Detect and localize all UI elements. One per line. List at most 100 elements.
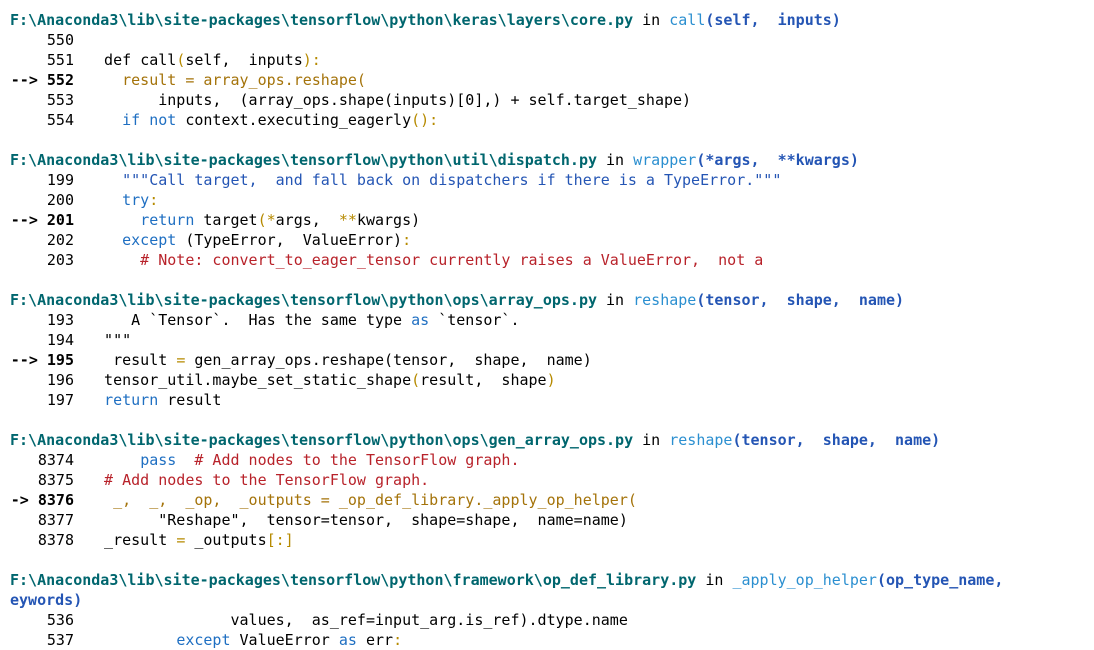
- line-number: 8375: [37, 471, 74, 489]
- code-token: =: [176, 351, 195, 369]
- line-number-gutter: 193: [10, 310, 86, 330]
- line-number: 202: [46, 231, 74, 249]
- header-segment: (self, inputs): [705, 11, 841, 29]
- code-token: # Add nodes to the TensorFlow graph.: [86, 471, 430, 489]
- code-token: inputs, (array_ops.shape(inputs)[0],) + …: [86, 91, 692, 109]
- line-number: 8377: [37, 511, 74, 529]
- frame-header: F:\Anaconda3\lib\site-packages\tensorflo…: [10, 570, 1094, 590]
- current-code-line: --> 201 return target(*args, **kwargs): [10, 210, 1094, 230]
- current-code-line: --> 195 result = gen_array_ops.reshape(t…: [10, 350, 1094, 370]
- code-line: 553 inputs, (array_ops.shape(inputs)[0],…: [10, 90, 1094, 110]
- header-segment: in: [696, 571, 733, 589]
- code-line: 8378 _result = _outputs[:]: [10, 530, 1094, 550]
- header-segment: F:\Anaconda3\lib\site-packages\tensorflo…: [10, 571, 697, 589]
- line-number-gutter: 554: [10, 110, 86, 130]
- code-token: ():: [411, 111, 439, 129]
- code-token: """: [86, 331, 132, 349]
- code-token: tensor_util.maybe_set_static_shape: [86, 371, 412, 389]
- code-token: :: [149, 191, 159, 209]
- code-line: 536 values, as_ref=input_arg.is_ref).dty…: [10, 610, 1094, 630]
- code-line: 8375 # Add nodes to the TensorFlow graph…: [10, 470, 1094, 490]
- code-text: values, as_ref=input_arg.is_ref).dtype.n…: [86, 611, 628, 629]
- line-number: 193: [46, 311, 74, 329]
- code-token: result: [86, 351, 177, 369]
- code-line: 203 # Note: convert_to_eager_tensor curr…: [10, 250, 1094, 270]
- header-segment: wrapper: [633, 151, 697, 169]
- line-number-gutter: 8374: [10, 450, 86, 470]
- line-number-gutter: 550: [10, 30, 86, 50]
- current-line-arrow: ->: [10, 491, 38, 509]
- code-token: values, as_ref=input_arg.is_ref).dtype.n…: [86, 611, 628, 629]
- current-line-arrow: -->: [10, 71, 47, 89]
- line-number: 554: [46, 111, 74, 129]
- code-token: result: [158, 391, 222, 409]
- frame-header-continuation: eywords): [10, 590, 1094, 610]
- code-token: **: [338, 211, 357, 229]
- code-token: ,: [221, 51, 249, 69]
- line-number: 8378: [37, 531, 74, 549]
- code-text: result = array_ops.reshape(: [86, 71, 366, 89]
- code-line: 550: [10, 30, 1094, 50]
- line-number-gutter: 199: [10, 170, 86, 190]
- code-line: 194 """: [10, 330, 1094, 350]
- code-line: 200 try:: [10, 190, 1094, 210]
- code-token: _outputs: [194, 531, 267, 549]
- code-line: 551 def call(self, inputs):: [10, 50, 1094, 70]
- code-token: return: [104, 391, 159, 409]
- code-token: (TypeError, ValueError): [185, 231, 403, 249]
- code-text: A `Tensor`. Has the same type as `tensor…: [86, 311, 519, 329]
- line-number: 203: [46, 251, 74, 269]
- line-number-gutter: 536: [10, 610, 86, 630]
- line-number: 536: [46, 611, 74, 629]
- line-number-gutter: 8377: [10, 510, 86, 530]
- code-token: self: [185, 51, 222, 69]
- code-token: _result: [86, 531, 177, 549]
- frame-separator: [10, 410, 1094, 430]
- code-line: 193 A `Tensor`. Has the same type as `te…: [10, 310, 1094, 330]
- current-code-line: --> 552 result = array_ops.reshape(: [10, 70, 1094, 90]
- code-token: A `Tensor`. Has the same type: [86, 311, 412, 329]
- line-number-gutter: 202: [10, 230, 86, 250]
- line-number: 199: [46, 171, 74, 189]
- code-line: 202 except (TypeError, ValueError):: [10, 230, 1094, 250]
- line-number: 551: [46, 51, 74, 69]
- line-number-gutter: --> 552: [10, 70, 86, 90]
- traceback-frame: F:\Anaconda3\lib\site-packages\tensorflo…: [10, 570, 1094, 650]
- code-token: return: [140, 211, 204, 229]
- header-segment: F:\Anaconda3\lib\site-packages\tensorflo…: [10, 151, 597, 169]
- code-text: _, _, _op, _outputs = _op_def_library._a…: [86, 491, 637, 509]
- code-token: result = array_ops.reshape(: [86, 71, 366, 89]
- code-token: # Add nodes to the TensorFlow graph.: [194, 451, 520, 469]
- code-token: try: [122, 191, 150, 209]
- code-token: err: [365, 631, 394, 649]
- code-token: if not: [122, 111, 186, 129]
- code-token: ValueError: [239, 631, 339, 649]
- code-token: except: [176, 631, 240, 649]
- traceback-output: F:\Anaconda3\lib\site-packages\tensorflo…: [10, 10, 1094, 650]
- line-number-gutter: 196: [10, 370, 86, 390]
- line-number: 200: [46, 191, 74, 209]
- line-number: 201: [46, 211, 74, 229]
- code-token: `tensor`.: [429, 311, 520, 329]
- code-token: args,: [275, 211, 339, 229]
- code-text: return result: [86, 391, 221, 409]
- code-token: gen_array_ops.reshape(tensor, shape, nam…: [194, 351, 592, 369]
- frame-header: F:\Anaconda3\lib\site-packages\tensorflo…: [10, 10, 1094, 30]
- line-number: 537: [46, 631, 74, 649]
- header-segment: in: [597, 291, 634, 309]
- code-text: # Note: convert_to_eager_tensor currentl…: [86, 251, 763, 269]
- code-token: as: [338, 631, 366, 649]
- code-token: _, _, _op, _outputs = _op_def_library._a…: [86, 491, 637, 509]
- header-segment: reshape: [633, 291, 697, 309]
- code-token: context.executing_eagerly: [185, 111, 412, 129]
- current-code-line: -> 8376 _, _, _op, _outputs = _op_def_li…: [10, 490, 1094, 510]
- code-text: pass # Add nodes to the TensorFlow graph…: [86, 451, 519, 469]
- code-line: 199 """Call target, and fall back on dis…: [10, 170, 1094, 190]
- header-segment: F:\Anaconda3\lib\site-packages\tensorflo…: [10, 11, 634, 29]
- code-token: =: [176, 531, 195, 549]
- line-number-gutter: --> 201: [10, 210, 86, 230]
- header-segment: F:\Anaconda3\lib\site-packages\tensorflo…: [10, 431, 634, 449]
